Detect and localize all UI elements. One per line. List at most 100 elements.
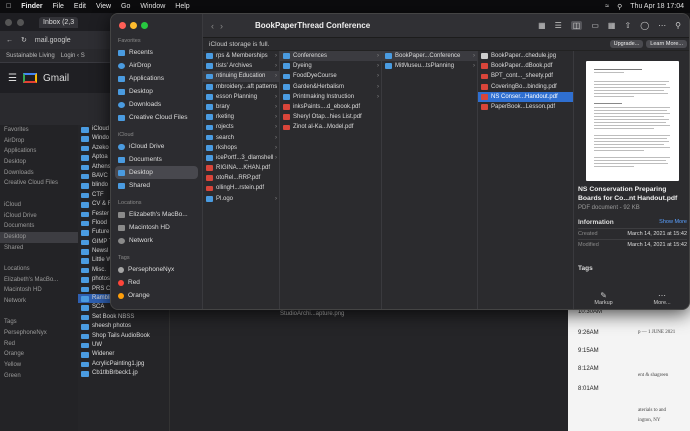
sidebar-tag-red[interactable]: Red	[111, 276, 202, 289]
background-file-item[interactable]: Cb1tlbBrbeck1.jp	[78, 369, 169, 378]
zoom-button[interactable]	[141, 22, 148, 29]
sidebar-item-macintosh-hd[interactable]: Macintosh HD	[111, 221, 202, 234]
list-item[interactable]: rojects ›	[203, 122, 279, 132]
list-item[interactable]: ntinuing Education ›	[203, 71, 279, 82]
share-icon[interactable]: ⇧	[624, 21, 631, 30]
list-item[interactable]: Sheryl Otap...hies List.pdf	[280, 112, 381, 122]
background-sidebar-item[interactable]: iCloud	[0, 200, 78, 211]
sidebar-item-icloud-drive[interactable]: iCloud Drive	[111, 140, 202, 153]
sidebar-item-applications[interactable]: Applications	[111, 72, 202, 85]
sidebar-item-desktop[interactable]: Desktop	[111, 85, 202, 98]
list-item[interactable]: Pl.ogo ›	[203, 194, 279, 204]
menu-file[interactable]: File	[53, 3, 64, 10]
background-sidebar-item[interactable]: Locations	[0, 264, 78, 275]
reload-icon[interactable]: ↻	[21, 36, 27, 44]
background-sidebar-item[interactable]: Favorites	[0, 125, 78, 136]
show-more-link[interactable]: Show More	[659, 219, 687, 226]
background-sidebar-item[interactable]: Downloads	[0, 168, 78, 179]
background-sidebar-item[interactable]: Yellow	[0, 360, 78, 371]
list-item[interactable]: BPT_cont..._sheety.pdf	[478, 71, 573, 81]
list-item[interactable]: mbroidery...aft patterns ›	[203, 82, 279, 92]
bookmark-sustainable[interactable]: Sustainable Living	[6, 53, 55, 59]
chrome-tab-gmail[interactable]: Inbox (2,3	[39, 16, 79, 28]
clock[interactable]: Thu Apr 18 17:04	[630, 3, 684, 10]
sidebar-item-recents[interactable]: Recents	[111, 46, 202, 59]
background-sidebar-item[interactable]: Macintosh HD	[0, 285, 78, 296]
background-file-screenshot[interactable]: StudioArchi...apture.png	[280, 311, 344, 317]
chrome-url-bar[interactable]: ← ↻ mail.google	[0, 31, 112, 49]
list-item[interactable]: CoveringBo...binding.pdf	[478, 82, 573, 92]
menu-window[interactable]: Window	[140, 3, 165, 10]
background-sidebar-item[interactable]: AirDrop	[0, 136, 78, 147]
sidebar-item-documents[interactable]: Documents	[111, 153, 202, 166]
list-item[interactable]: BookPaper...dBook.pdf	[478, 61, 573, 71]
menu-app-name[interactable]: Finder	[21, 3, 42, 10]
sidebar-item-creative-cloud[interactable]: Creative Cloud Files	[111, 111, 202, 124]
sidebar-item-shared[interactable]: Shared	[111, 179, 202, 192]
learn-more-button[interactable]: Learn More...	[646, 40, 687, 48]
menu-help[interactable]: Help	[175, 3, 189, 10]
chrome-close-button[interactable]	[5, 18, 12, 26]
background-file-item[interactable]: Shop Tails AudioBook	[78, 332, 169, 341]
background-file-item[interactable]: UW	[78, 341, 169, 350]
gallery-view-icon[interactable]: ▭	[591, 21, 599, 30]
background-sidebar-item[interactable]: Desktop	[0, 231, 78, 243]
background-file-item[interactable]: Widener	[78, 350, 169, 359]
chrome-minimize-button[interactable]	[17, 18, 24, 26]
background-sidebar-item[interactable]: Red	[0, 339, 78, 350]
background-sidebar-item[interactable]: Elizabeth's MacBo...	[0, 275, 78, 286]
back-chevron-icon[interactable]: ‹	[211, 21, 214, 31]
list-item[interactable]: PaperBook...Lesson.pdf	[478, 102, 573, 112]
sidebar-tag-orange[interactable]: Orange	[111, 289, 202, 302]
background-file-item[interactable]: Set Book NBSS	[78, 313, 169, 322]
sidebar-tag-persephone[interactable]: PersephoneNyx	[111, 263, 202, 276]
list-item[interactable]: Conferences ›	[280, 51, 381, 62]
list-item[interactable]: icePortf...3_dlamshell ›	[203, 153, 279, 163]
background-file-item[interactable]: AcrylicPainting1.jpg	[78, 360, 169, 369]
background-sidebar-item[interactable]	[0, 307, 78, 318]
list-item[interactable]: ollingH...rstein.pdf	[203, 183, 279, 193]
sidebar-item-airdrop[interactable]: AirDrop	[111, 59, 202, 72]
background-sidebar-item[interactable]: Desktop	[0, 157, 78, 168]
list-item[interactable]: tists' Archives ›	[203, 61, 279, 71]
list-item[interactable]: inksPaints....d_ebook.pdf	[280, 102, 381, 112]
list-item[interactable]: otoRel...RRP.pdf	[203, 173, 279, 183]
list-view-icon[interactable]: ☰	[555, 21, 562, 30]
sidebar-item-macbook[interactable]: Elizabeth's MacBo...	[111, 208, 202, 221]
forward-chevron-icon[interactable]: ›	[220, 21, 223, 31]
group-icon[interactable]: ▦	[608, 21, 616, 30]
search-icon[interactable]: ⚲	[617, 3, 622, 11]
sidebar-item-downloads[interactable]: Downloads	[111, 98, 202, 111]
background-sidebar-item[interactable]	[0, 253, 78, 264]
list-item[interactable]: rketing ›	[203, 112, 279, 122]
wifi-icon[interactable]: ≈	[605, 3, 609, 10]
background-sidebar-item[interactable]: Shared	[0, 243, 78, 254]
background-sidebar-item[interactable]: PersephoneNyx	[0, 328, 78, 339]
background-sidebar-item[interactable]: Orange	[0, 349, 78, 360]
background-sidebar-item[interactable]: Documents	[0, 221, 78, 232]
tag-icon[interactable]: ◯	[640, 21, 649, 30]
menu-go[interactable]: Go	[121, 3, 130, 10]
back-arrow-icon[interactable]: ←	[6, 37, 13, 44]
list-item[interactable]: NS Conser...Handout.pdf	[478, 91, 573, 102]
list-item[interactable]: RIGINA....KHAN.pdf	[203, 163, 279, 173]
list-item[interactable]: BookPaper...Conference ›	[382, 51, 477, 62]
more-button[interactable]: ⋯ More...	[653, 291, 670, 306]
list-item[interactable]: FoodDyeCourse ›	[280, 71, 381, 81]
icon-view-icon[interactable]: ▦	[538, 21, 546, 30]
list-item[interactable]: Printmaking Instruction ›	[280, 92, 381, 102]
url-text[interactable]: mail.google	[35, 37, 71, 44]
background-sidebar-item[interactable]	[0, 189, 78, 200]
menu-edit[interactable]: Edit	[74, 3, 86, 10]
background-sidebar-item[interactable]: iCloud Drive	[0, 211, 78, 222]
minimize-button[interactable]	[130, 22, 137, 29]
list-item[interactable]: brary ›	[203, 102, 279, 112]
list-item[interactable]: Garden&Herbalism ›	[280, 82, 381, 92]
action-ellipsis-icon[interactable]: ⋯	[658, 21, 666, 30]
list-item[interactable]: MitMuseu...tsPlanning ›	[382, 61, 477, 71]
list-item[interactable]: search ›	[203, 133, 279, 143]
list-item[interactable]: rkshops ›	[203, 143, 279, 153]
background-sidebar-item[interactable]: Creative Cloud Files	[0, 178, 78, 189]
bookmark-login[interactable]: Login ‹ S	[61, 53, 85, 59]
background-sidebar-item[interactable]: Applications	[0, 146, 78, 157]
